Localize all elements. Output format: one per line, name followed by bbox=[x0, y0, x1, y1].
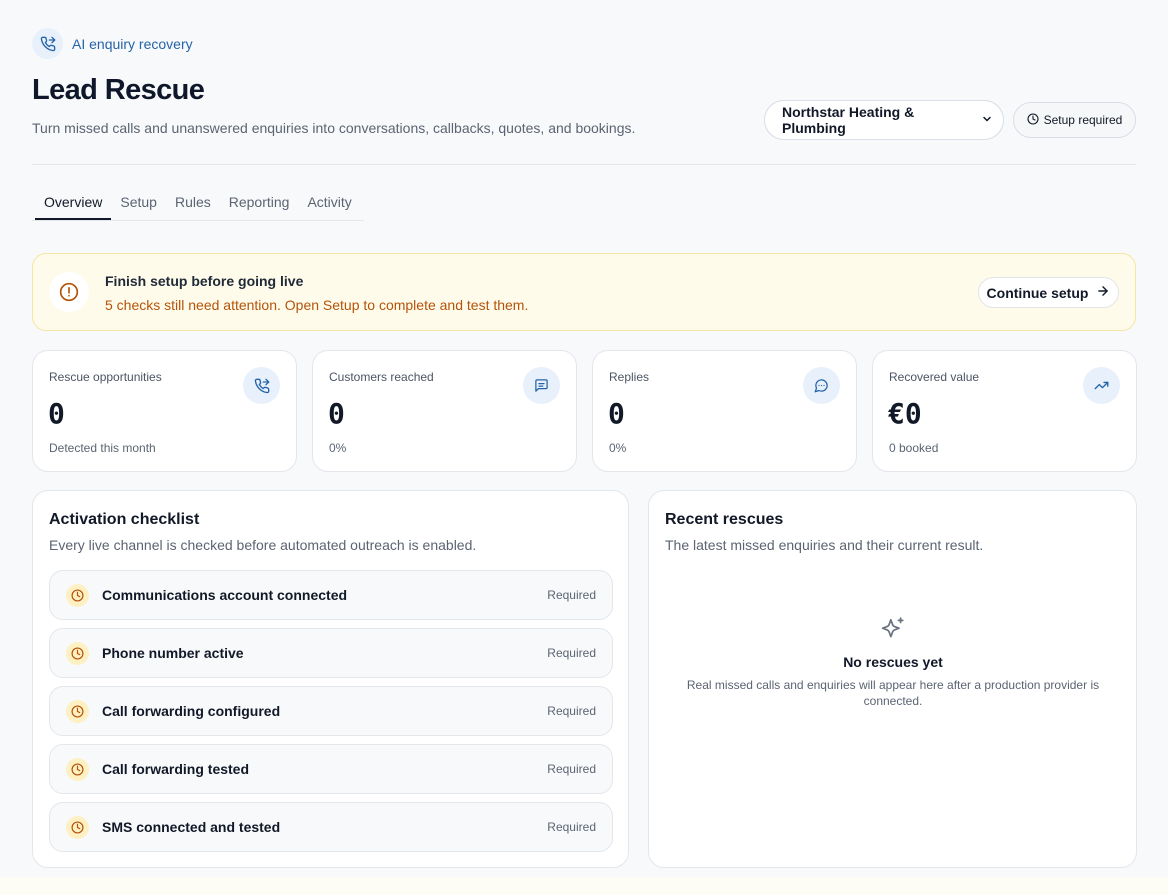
clock-icon bbox=[66, 758, 89, 781]
business-select[interactable]: Northstar Heating & Plumbing bbox=[764, 100, 1004, 140]
checklist-item-label: Communications account connected bbox=[102, 587, 348, 603]
phone-forward-icon bbox=[243, 367, 280, 404]
clock-icon bbox=[66, 642, 89, 665]
setup-alert: Finish setup before going live 5 checks … bbox=[32, 253, 1136, 331]
empty-text: Real missed calls and enquiries will app… bbox=[686, 678, 1100, 708]
message-square-icon bbox=[523, 367, 560, 404]
checklist-item-label: SMS connected and tested bbox=[102, 819, 281, 835]
stat-card-recovered-value: Recovered value €0 0 booked bbox=[872, 350, 1137, 472]
stat-value: €0 bbox=[888, 397, 922, 430]
stat-label: Replies bbox=[609, 370, 650, 384]
tab-overview[interactable]: Overview bbox=[35, 188, 112, 220]
stat-card-replies: Replies 0 0% bbox=[592, 350, 857, 472]
clock-icon bbox=[1027, 112, 1039, 128]
status-badge: Setup required bbox=[1013, 102, 1136, 138]
stat-value: 0 bbox=[608, 397, 625, 430]
tab-activity[interactable]: Activity bbox=[298, 188, 360, 220]
tab-bar: Overview Setup Rules Reporting Activity bbox=[32, 188, 364, 221]
business-select-value: Northstar Heating & Plumbing bbox=[782, 104, 915, 136]
trending-up-icon bbox=[1083, 367, 1120, 404]
recent-subtitle: The latest missed enquiries and their cu… bbox=[665, 537, 984, 553]
status-badge-label: Setup required bbox=[1043, 113, 1123, 127]
checklist-item-label: Phone number active bbox=[102, 645, 244, 661]
alert-text: 5 checks still need attention. Open Setu… bbox=[105, 297, 529, 313]
header-divider bbox=[32, 164, 1136, 165]
stat-label: Customers reached bbox=[329, 370, 434, 384]
clock-icon bbox=[66, 700, 89, 723]
stat-sub: Detected this month bbox=[49, 441, 156, 455]
continue-setup-button[interactable]: Continue setup bbox=[978, 277, 1119, 308]
checklist-item[interactable]: Call forwarding configured Required bbox=[49, 686, 613, 736]
stat-sub: 0% bbox=[329, 441, 347, 455]
checklist-item-status: Required bbox=[547, 762, 596, 776]
stat-label: Rescue opportunities bbox=[49, 370, 162, 384]
checklist-item[interactable]: Phone number active Required bbox=[49, 628, 613, 678]
checklist-item-status: Required bbox=[547, 704, 596, 718]
alert-title: Finish setup before going live bbox=[105, 273, 304, 289]
phone-forward-icon bbox=[32, 28, 63, 59]
checklist-item-status: Required bbox=[547, 820, 596, 834]
clock-icon bbox=[66, 584, 89, 607]
checklist-subtitle: Every live channel is checked before aut… bbox=[49, 537, 477, 553]
stat-sub: 0% bbox=[609, 441, 627, 455]
stat-card-customers-reached: Customers reached 0 0% bbox=[312, 350, 577, 472]
chevron-down-icon bbox=[981, 113, 993, 128]
sparkles-icon bbox=[649, 616, 1137, 642]
tab-setup[interactable]: Setup bbox=[111, 188, 166, 220]
stat-sub: 0 booked bbox=[889, 441, 939, 455]
activation-checklist-panel: Activation checklist Every live channel … bbox=[32, 490, 629, 868]
checklist-item-status: Required bbox=[547, 646, 596, 660]
stat-label: Recovered value bbox=[889, 370, 980, 384]
empty-state: No rescues yet Real missed calls and enq… bbox=[649, 616, 1137, 709]
alert-circle-icon bbox=[49, 272, 89, 312]
recent-title: Recent rescues bbox=[665, 511, 784, 528]
footer-strip bbox=[0, 877, 1168, 895]
stat-value: 0 bbox=[48, 397, 65, 430]
arrow-right-icon bbox=[1096, 284, 1110, 301]
message-circle-icon bbox=[803, 367, 840, 404]
tab-reporting[interactable]: Reporting bbox=[220, 188, 299, 220]
checklist-item[interactable]: Call forwarding tested Required bbox=[49, 744, 613, 794]
stat-value: 0 bbox=[328, 397, 345, 430]
eyebrow: AI enquiry recovery bbox=[32, 28, 193, 59]
recent-rescues-panel: Recent rescues The latest missed enquiri… bbox=[648, 490, 1137, 868]
continue-setup-label: Continue setup bbox=[986, 284, 1089, 301]
checklist-item-label: Call forwarding tested bbox=[102, 761, 250, 777]
checklist-item[interactable]: SMS connected and tested Required bbox=[49, 802, 613, 852]
clock-icon bbox=[66, 816, 89, 839]
checklist-item[interactable]: Communications account connected Require… bbox=[49, 570, 613, 620]
page-title: Lead Rescue bbox=[32, 74, 205, 106]
page-subtitle: Turn missed calls and unanswered enquiri… bbox=[32, 120, 636, 136]
eyebrow-label: AI enquiry recovery bbox=[72, 35, 193, 52]
checklist-item-label: Call forwarding configured bbox=[102, 703, 281, 719]
empty-title: No rescues yet bbox=[843, 654, 943, 670]
stat-card-rescue-opportunities: Rescue opportunities 0 Detected this mon… bbox=[32, 350, 297, 472]
checklist-title: Activation checklist bbox=[49, 511, 200, 528]
checklist-item-status: Required bbox=[547, 588, 596, 602]
tab-rules[interactable]: Rules bbox=[166, 188, 220, 220]
